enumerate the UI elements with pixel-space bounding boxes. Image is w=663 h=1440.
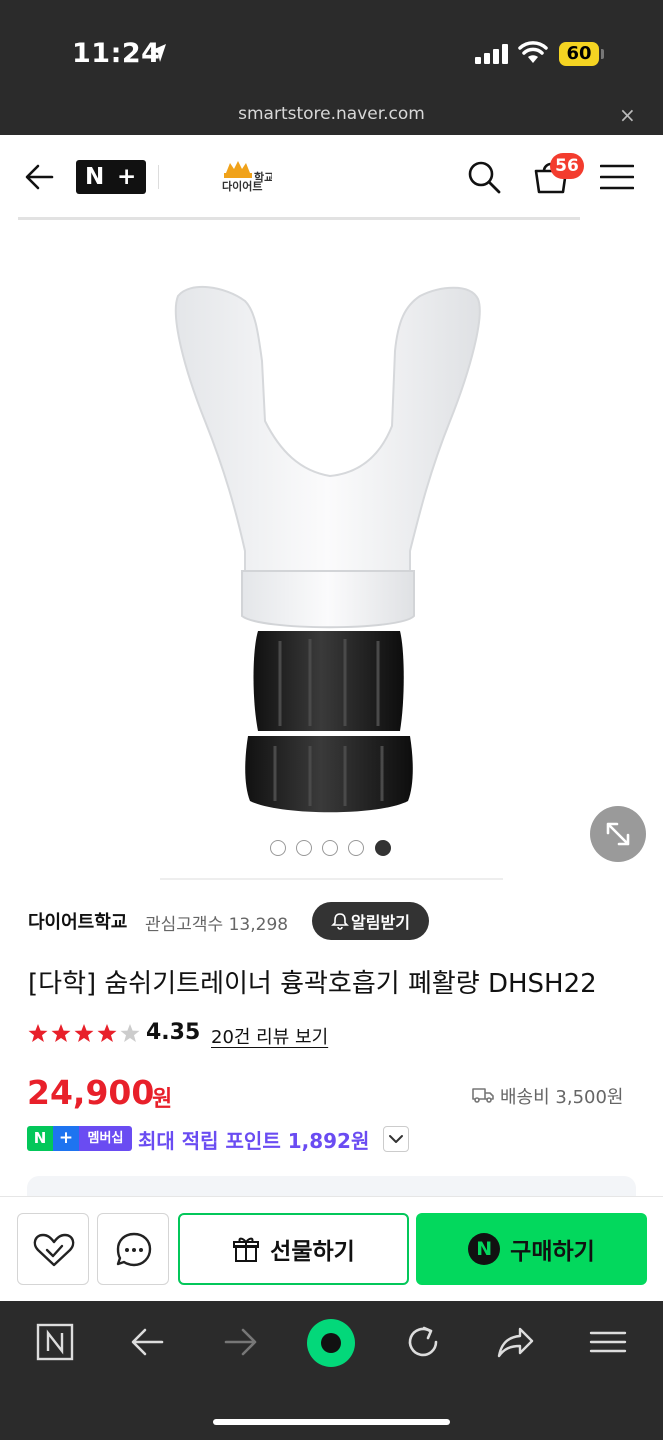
- alarm-label: 알림받기: [351, 913, 410, 932]
- search-icon[interactable]: [466, 159, 502, 195]
- store-name[interactable]: 다이어트학교: [28, 908, 127, 934]
- chevron-down-icon: [389, 1135, 403, 1143]
- reload-icon[interactable]: [404, 1323, 442, 1361]
- header-divider: [158, 165, 159, 189]
- url-text[interactable]: smartstore.naver.com: [0, 104, 663, 124]
- n-home-icon[interactable]: [36, 1323, 74, 1361]
- expand-arrows-icon: [606, 822, 630, 846]
- menu-icon[interactable]: [589, 1323, 627, 1361]
- shipping-fee: 배송비 3,500원: [500, 1087, 624, 1108]
- delivery-truck-icon: [472, 1088, 494, 1103]
- carousel-dot[interactable]: [348, 840, 364, 856]
- carousel-dot-active[interactable]: [375, 840, 391, 856]
- interest-count: 관심고객수 13,298: [145, 915, 289, 935]
- rating-stars: [28, 1024, 140, 1042]
- chat-bubble-icon: [116, 1232, 152, 1267]
- gift-icon: [233, 1237, 260, 1262]
- product-title: [다학] 숨쉬기트레이너 흉곽호흡기 폐활량 DHSH22: [28, 969, 597, 999]
- wishlist-button[interactable]: [17, 1213, 89, 1285]
- back-arrow-icon[interactable]: [24, 163, 56, 191]
- hamburger-menu-icon[interactable]: [600, 163, 634, 191]
- battery-tip: [601, 49, 604, 59]
- membership-n: N: [27, 1126, 53, 1151]
- carousel-dot[interactable]: [270, 840, 286, 856]
- naver-pay-icon: N: [468, 1233, 501, 1265]
- battery-indicator: 60: [559, 42, 599, 66]
- purchase-action-bar: 선물하기 N 구매하기: [0, 1196, 663, 1301]
- store-logo-icon[interactable]: 다이어트 학교: [220, 159, 272, 195]
- forward-icon[interactable]: [222, 1323, 258, 1361]
- heart-check-icon: [33, 1233, 75, 1267]
- gift-label: 선물하기: [270, 1239, 355, 1265]
- naver-plus-logo[interactable]: N +: [76, 160, 146, 194]
- browser-toolbar: [0, 1301, 663, 1440]
- location-arrow-icon: [150, 44, 166, 62]
- price-value: 24,900: [27, 1073, 155, 1112]
- membership-badge: N + 멤버십: [27, 1126, 132, 1151]
- cart-count-badge: 56: [550, 153, 584, 179]
- back-icon[interactable]: [130, 1323, 166, 1361]
- share-icon[interactable]: [496, 1323, 536, 1361]
- price-unit: 원: [152, 1087, 173, 1112]
- wifi-icon: [518, 41, 548, 63]
- rating-value: 4.35: [146, 1020, 201, 1045]
- membership-plus: +: [53, 1126, 79, 1151]
- carousel-dot[interactable]: [296, 840, 312, 856]
- buy-button[interactable]: N 구매하기: [416, 1213, 647, 1285]
- home-indicator: [213, 1419, 450, 1425]
- max-point-text: 최대 적립 포인트 1,892원: [138, 1129, 370, 1153]
- cellular-signal-icon: [475, 44, 508, 64]
- url-close-button[interactable]: ×: [619, 103, 636, 127]
- point-expand-button[interactable]: [383, 1126, 409, 1152]
- zoom-image-button[interactable]: [590, 806, 646, 862]
- header-scroll-indicator: [18, 217, 580, 220]
- svg-text:학교: 학교: [254, 170, 272, 184]
- talk-talk-button[interactable]: [97, 1213, 169, 1285]
- status-and-url-bar: 11:24 60 smartstore.naver.com ×: [0, 0, 663, 135]
- buy-label: 구매하기: [510, 1239, 595, 1265]
- carousel-dot[interactable]: [322, 840, 338, 856]
- product-image[interactable]: [0, 221, 663, 881]
- gift-button[interactable]: 선물하기: [178, 1213, 409, 1285]
- membership-text: 멤버십: [79, 1126, 132, 1151]
- green-dot-icon[interactable]: [306, 1318, 356, 1368]
- image-divider: [160, 878, 503, 880]
- breathing-trainer-image: [174, 285, 481, 813]
- store-header: N + 다이어트 학교 56: [0, 135, 663, 221]
- bell-plus-icon: [331, 913, 349, 930]
- review-link[interactable]: 20건 리뷰 보기: [211, 1023, 328, 1049]
- alarm-subscribe-button[interactable]: 알림받기: [312, 902, 429, 940]
- carousel-indicator: [270, 840, 400, 858]
